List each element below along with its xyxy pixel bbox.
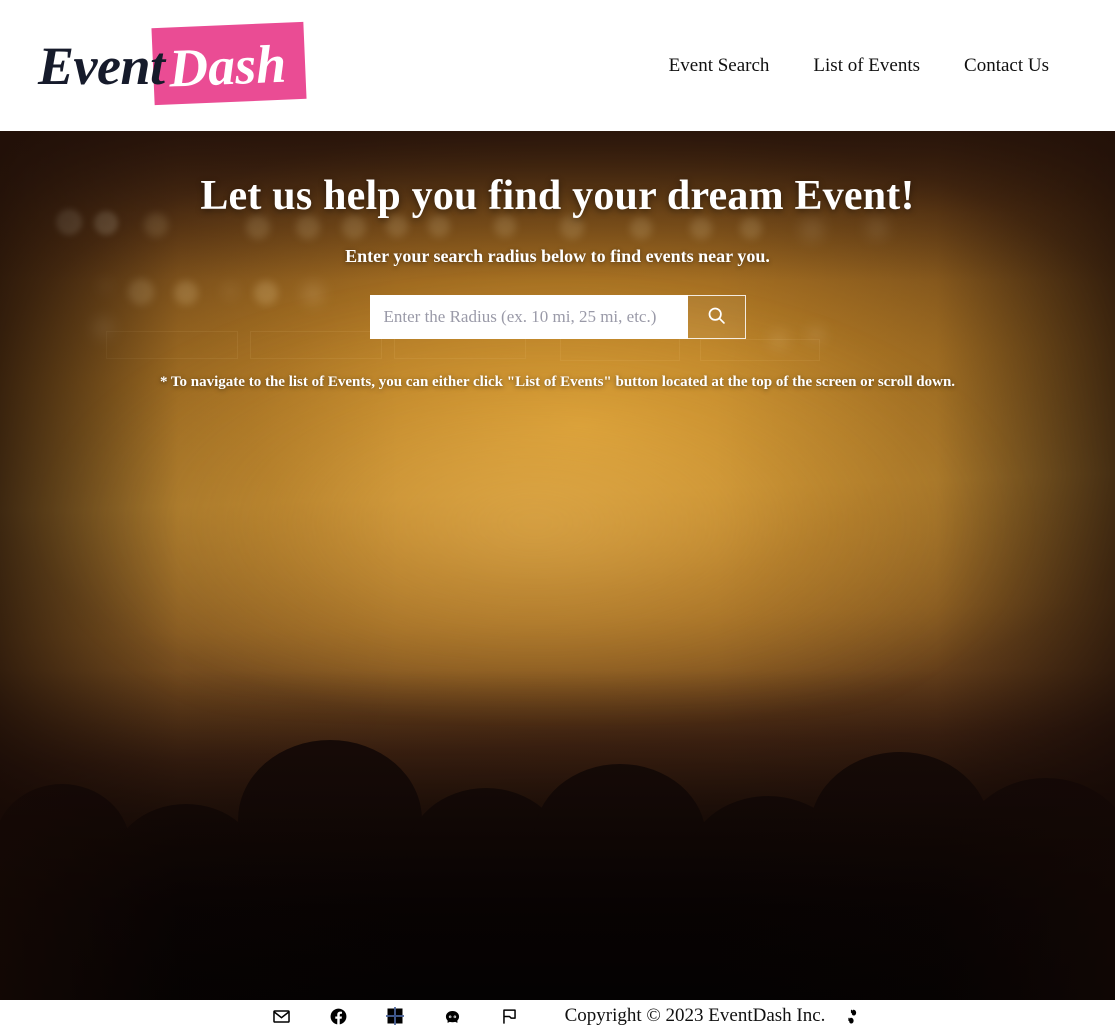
social-icon-list <box>272 1007 519 1026</box>
nav-item-contact-us[interactable]: Contact Us <box>964 55 1049 77</box>
nav-item-event-search[interactable]: Event Search <box>669 55 770 77</box>
crowd-silhouette-back <box>0 809 1115 1000</box>
site-header: Event Dash Event Search List of Events C… <box>0 0 1115 131</box>
search-box <box>369 295 746 340</box>
hero-title: Let us help you find your dream Event! <box>200 173 915 219</box>
logo-text-dash: Dash <box>167 33 287 98</box>
search-submit-button[interactable] <box>687 295 746 340</box>
footer-inner: Copyright © 2023 EventDash Inc. <box>272 1005 864 1027</box>
github-icon[interactable] <box>443 1007 462 1026</box>
hero-content: Let us help you find your dream Event! E… <box>0 131 1115 391</box>
logo-text-event: Event <box>38 35 165 96</box>
hero-section: Let us help you find your dream Event! E… <box>0 131 1115 1000</box>
microsoft-icon[interactable] <box>386 1007 405 1026</box>
site-footer: Copyright © 2023 EventDash Inc. <box>0 1000 1115 1032</box>
hero-subtitle: Enter your search radius below to find e… <box>345 246 770 267</box>
search-row <box>0 295 1115 340</box>
copyright-text: Copyright © 2023 EventDash Inc. <box>564 1005 826 1026</box>
logo-dash-wrapper: Dash <box>150 21 307 105</box>
search-icon <box>706 305 727 329</box>
crowd-silhouette-front <box>0 740 1115 1000</box>
site-logo[interactable]: Event Dash <box>38 21 307 106</box>
bottom-vignette <box>0 670 1115 1000</box>
facebook-icon[interactable] <box>329 1007 348 1026</box>
main-navigation: Event Search List of Events Contact Us <box>669 55 1075 77</box>
search-radius-input[interactable] <box>369 295 688 340</box>
nav-item-list-of-events[interactable]: List of Events <box>813 55 920 77</box>
hero-note: * To navigate to the list of Events, you… <box>159 374 956 391</box>
email-icon[interactable] <box>272 1007 291 1026</box>
footprints-icon[interactable] <box>841 1006 863 1026</box>
page-root: Event Dash Event Search List of Events C… <box>0 0 1115 1032</box>
flag-icon[interactable] <box>500 1007 519 1026</box>
